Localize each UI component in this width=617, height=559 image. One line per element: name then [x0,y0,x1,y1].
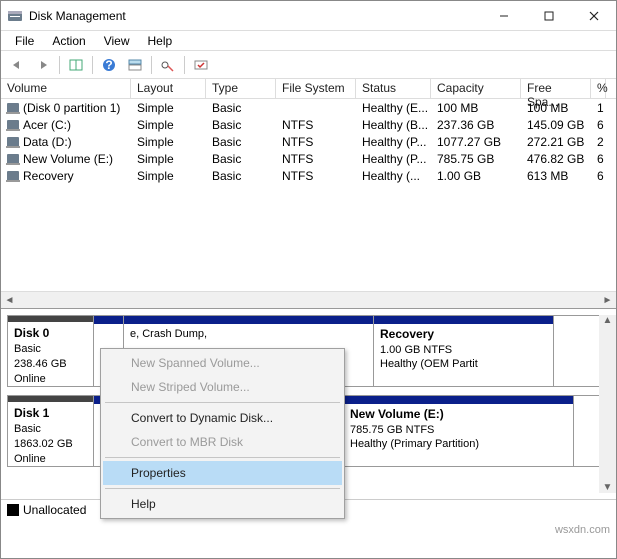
close-button[interactable] [571,1,616,30]
maximize-button[interactable] [526,1,571,30]
col-volume[interactable]: Volume [1,79,131,98]
volume-row[interactable]: Acer (C:)SimpleBasicNTFSHealthy (B...237… [1,116,616,133]
svg-text:?: ? [105,58,112,72]
col-percent[interactable]: % [591,79,606,98]
back-button[interactable] [5,54,29,76]
menu-bar: File Action View Help [1,31,616,51]
app-icon [7,8,23,24]
menu-item[interactable]: Properties [103,461,342,485]
disk-header[interactable]: Disk 1Basic1863.02 GBOnline [8,396,94,466]
horizontal-scrollbar[interactable]: ◄► [1,291,616,308]
view-list-button[interactable] [64,54,88,76]
help-button[interactable]: ? [97,54,121,76]
drive-icon [7,171,19,181]
menu-view[interactable]: View [96,32,138,50]
col-free[interactable]: Free Spa... [521,79,591,98]
menu-file[interactable]: File [7,32,42,50]
legend-unallocated: Unallocated [7,503,86,517]
drive-icon [7,154,19,164]
menu-item: Convert to MBR Disk [103,430,342,454]
col-status[interactable]: Status [356,79,431,98]
col-layout[interactable]: Layout [131,79,206,98]
watermark: wsxdn.com [555,524,610,536]
menu-item[interactable]: Convert to Dynamic Disk... [103,406,342,430]
volume-row[interactable]: RecoverySimpleBasicNTFSHealthy (...1.00 … [1,167,616,184]
toolbar: ? [1,51,616,79]
menu-action[interactable]: Action [44,32,93,50]
window-title: Disk Management [29,8,481,23]
drive-icon [7,120,19,130]
column-headers: Volume Layout Type File System Status Ca… [1,79,616,99]
drive-icon [7,137,19,147]
menu-item: New Spanned Volume... [103,351,342,375]
volume-row[interactable]: Data (D:)SimpleBasicNTFSHealthy (P...107… [1,133,616,150]
toolbar-divider [59,56,60,74]
toolbar-divider [151,56,152,74]
col-capacity[interactable]: Capacity [431,79,521,98]
title-bar: Disk Management [1,1,616,31]
col-type[interactable]: Type [206,79,276,98]
menu-item[interactable]: Help [103,492,342,516]
context-menu: New Spanned Volume...New Striped Volume.… [100,348,345,519]
toolbar-divider [92,56,93,74]
refresh-button[interactable] [189,54,213,76]
drive-icon [7,103,19,113]
minimize-button[interactable] [481,1,526,30]
action-button[interactable] [156,54,180,76]
volume-row[interactable]: New Volume (E:)SimpleBasicNTFSHealthy (P… [1,150,616,167]
menu-help[interactable]: Help [140,32,181,50]
disk-header[interactable]: Disk 0Basic238.46 GBOnline [8,316,94,386]
volume-row[interactable]: (Disk 0 partition 1)SimpleBasicHealthy (… [1,99,616,116]
menu-item: New Striped Volume... [103,375,342,399]
unallocated-swatch [7,504,19,516]
col-filesystem[interactable]: File System [276,79,356,98]
volume-list: Volume Layout Type File System Status Ca… [1,79,616,309]
partition[interactable]: New Volume (E:)785.75 GB NTFSHealthy (Pr… [344,396,574,466]
partition[interactable]: Recovery1.00 GB NTFSHealthy (OEM Partit [374,316,554,386]
vertical-scrollbar[interactable]: ▲▼ [599,315,616,493]
forward-button[interactable] [31,54,55,76]
toolbar-divider [184,56,185,74]
view-top-button[interactable] [123,54,147,76]
